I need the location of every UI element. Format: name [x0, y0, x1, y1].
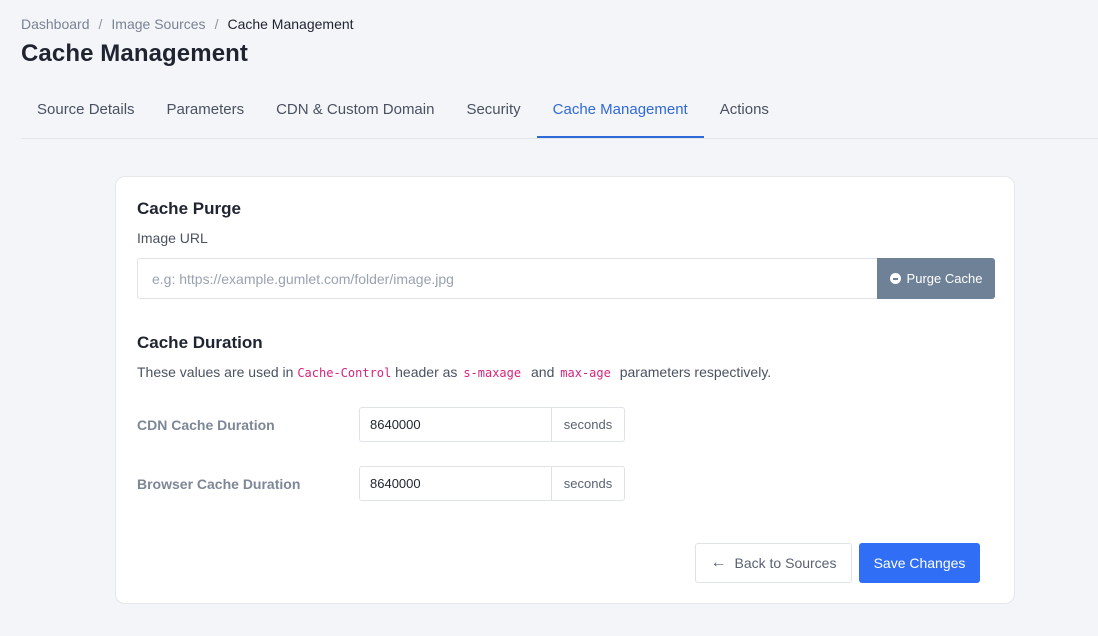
breadcrumb-image-sources[interactable]: Image Sources — [111, 16, 205, 32]
desc-mid: header as — [395, 364, 458, 380]
cache-purge-title: Cache Purge — [137, 199, 241, 218]
image-url-label: Image URL — [137, 230, 208, 246]
browser-cache-duration-input[interactable] — [359, 466, 552, 501]
cdn-cache-duration-group: seconds — [359, 407, 625, 442]
back-to-sources-label: Back to Sources — [734, 555, 837, 571]
breadcrumb-separator: / — [214, 16, 219, 32]
desc-and: and — [531, 364, 555, 380]
tab-source-details[interactable]: Source Details — [21, 92, 151, 138]
code-cache-control: Cache-Control — [297, 366, 392, 380]
tab-actions[interactable]: Actions — [704, 92, 785, 138]
browser-cache-duration-group: seconds — [359, 466, 625, 501]
code-max-age: max-age — [560, 366, 611, 380]
cache-duration-title: Cache Duration — [137, 333, 263, 352]
cache-duration-description: These values are used in Cache-Control h… — [137, 364, 771, 380]
cdn-unit-seconds: seconds — [552, 407, 625, 442]
breadcrumb-separator: / — [98, 16, 103, 32]
back-to-sources-button[interactable]: ← Back to Sources — [695, 543, 852, 583]
tab-bar: Source Details Parameters CDN & Custom D… — [21, 92, 1098, 139]
browser-cache-duration-label: Browser Cache Duration — [137, 476, 301, 492]
code-s-maxage: s-maxage — [463, 366, 522, 380]
arrow-left-icon: ← — [710, 554, 727, 571]
desc-prefix: These values are used in — [137, 364, 294, 380]
cdn-cache-duration-input[interactable] — [359, 407, 552, 442]
tab-cache-management[interactable]: Cache Management — [536, 92, 704, 138]
breadcrumb-current: Cache Management — [227, 16, 354, 32]
tab-parameters[interactable]: Parameters — [151, 92, 261, 138]
tab-cdn-custom-domain[interactable]: CDN & Custom Domain — [260, 92, 450, 138]
cdn-cache-duration-label: CDN Cache Duration — [137, 417, 275, 433]
tab-security[interactable]: Security — [450, 92, 536, 138]
desc-suffix: parameters respectively. — [619, 364, 772, 380]
cache-settings-card: Cache Purge Image URL Purge Cache Cache … — [115, 176, 1015, 604]
purge-cache-button[interactable]: Purge Cache — [877, 258, 995, 299]
breadcrumb: Dashboard / Image Sources / Cache Manage… — [21, 16, 354, 32]
save-changes-button[interactable]: Save Changes — [859, 543, 980, 583]
page-title: Cache Management — [21, 40, 248, 67]
image-url-input[interactable] — [137, 258, 877, 299]
purge-cache-label: Purge Cache — [906, 271, 983, 286]
minus-circle-icon — [889, 273, 901, 284]
browser-unit-seconds: seconds — [552, 466, 625, 501]
breadcrumb-dashboard[interactable]: Dashboard — [21, 16, 90, 32]
